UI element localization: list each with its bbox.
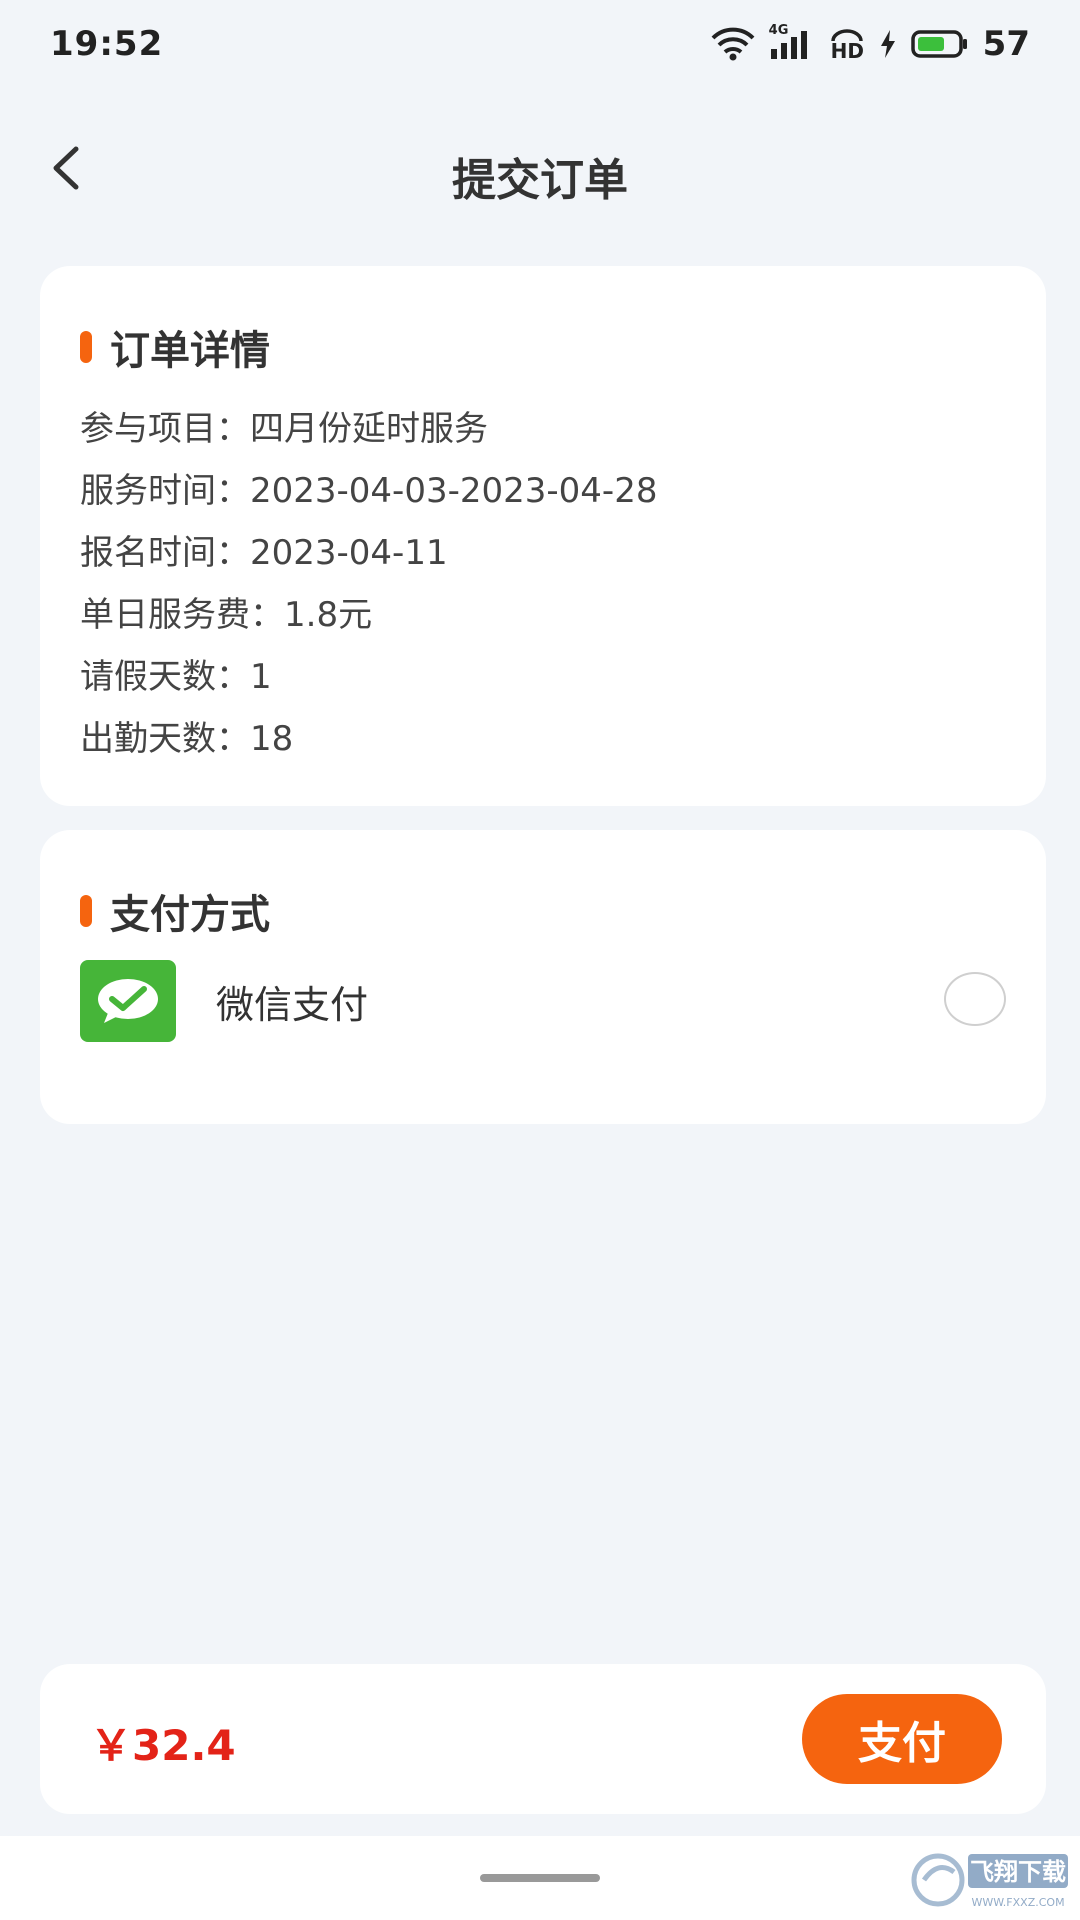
hd-icon: HD	[829, 27, 865, 63]
detail-service-period: 服务时间：2023-04-03-2023-04-28	[80, 471, 658, 511]
battery-level: 57	[982, 24, 1030, 64]
svg-text:飞翔下载: 飞翔下载	[970, 1858, 1066, 1886]
order-detail-list: 参与项目：四月份延时服务 服务时间：2023-04-03-2023-04-28 …	[80, 398, 657, 770]
order-details-header: 订单详情	[80, 318, 270, 376]
status-bar: 19:52 4G HD 57	[0, 0, 1080, 90]
wechat-pay-option[interactable]: 微信支付	[80, 960, 1006, 1042]
nav-bar: 提交订单	[0, 110, 1080, 230]
svg-text:WWW.FXXZ.COM: WWW.FXXZ.COM	[971, 1896, 1064, 1909]
wifi-icon	[711, 27, 755, 61]
wechat-pay-icon	[80, 960, 176, 1042]
network-label: 4G	[768, 23, 789, 38]
detail-attendance-days: 出勤天数：18	[80, 719, 294, 759]
detail-project: 参与项目：四月份延时服务	[80, 409, 488, 449]
payment-method-header: 支付方式	[80, 882, 270, 940]
total-price: ￥32.4	[90, 1721, 236, 1770]
order-details-title: 订单详情	[110, 328, 270, 374]
page-title: 提交订单	[452, 155, 628, 206]
home-indicator[interactable]	[480, 1874, 600, 1882]
watermark-logo: 飞翔下载 WWW.FXXZ.COM	[910, 1842, 1072, 1916]
battery-icon	[910, 29, 969, 59]
wechat-pay-radio[interactable]	[944, 972, 1006, 1026]
section-accent-bar	[80, 331, 92, 363]
signal-icon: 4G	[769, 23, 815, 61]
gesture-bar: 飞翔下载 WWW.FXXZ.COM	[0, 1836, 1080, 1920]
detail-leave-days: 请假天数：1	[80, 657, 272, 697]
payment-method-card: 支付方式 微信支付	[40, 830, 1046, 1124]
pay-button[interactable]: 支付	[802, 1694, 1002, 1784]
detail-daily-fee: 单日服务费：1.8元	[80, 595, 373, 635]
status-icons: 4G HD 57	[711, 22, 1030, 66]
detail-signup-date: 报名时间：2023-04-11	[80, 533, 448, 573]
section-accent-bar	[80, 895, 92, 927]
order-details-card: 订单详情 参与项目：四月份延时服务 服务时间：2023-04-03-2023-0…	[40, 266, 1046, 806]
checkout-bar: ￥32.4 支付	[40, 1664, 1046, 1814]
wechat-pay-label: 微信支付	[216, 983, 369, 1027]
status-time: 19:52	[50, 24, 164, 64]
charging-icon	[879, 29, 897, 59]
payment-method-title: 支付方式	[110, 892, 270, 938]
